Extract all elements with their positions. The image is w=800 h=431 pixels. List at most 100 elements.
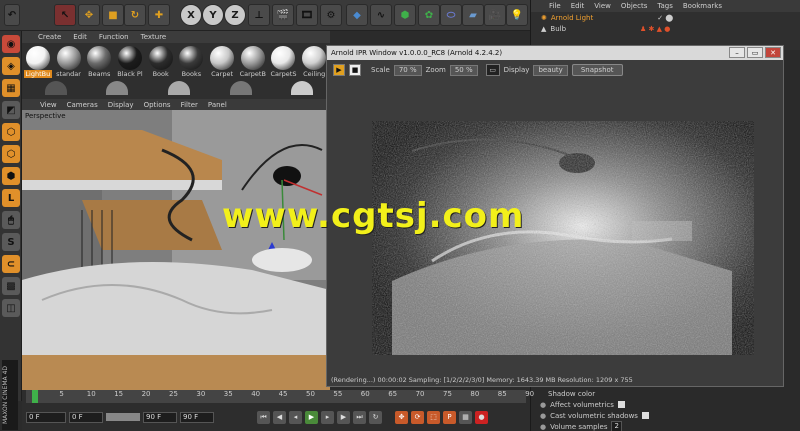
close-icon[interactable]: ✕ xyxy=(765,47,781,58)
minimize-icon[interactable]: – xyxy=(729,47,745,58)
om-menu-edit[interactable]: Edit xyxy=(571,2,585,10)
play-icon[interactable]: ▶ xyxy=(305,410,318,424)
scene-floor-icon[interactable]: ▰ xyxy=(462,4,484,26)
object-row-arnold-light[interactable]: ✺ Arnold Light ✓ ⬤ xyxy=(531,12,800,23)
vp-menu-panel[interactable]: Panel xyxy=(208,101,227,109)
display-select[interactable]: beauty xyxy=(533,64,568,76)
scale-tool-icon[interactable]: ■ xyxy=(102,4,124,26)
om-menu-tags[interactable]: Tags xyxy=(657,2,673,10)
playhead[interactable] xyxy=(32,390,38,403)
material-item[interactable]: Ceiling xyxy=(300,46,328,78)
vp-menu-view[interactable]: View xyxy=(40,101,57,109)
render-view-icon[interactable]: 🎬 xyxy=(272,4,294,26)
mm-menu-function[interactable]: Function xyxy=(99,33,129,41)
go-to-start-icon[interactable]: ⏮ xyxy=(257,410,270,424)
undo-icon[interactable]: ↶ xyxy=(4,4,20,26)
render-picture-viewer-icon[interactable]: 🎞 xyxy=(296,4,318,26)
timeline-ruler[interactable]: 051015202530354045505560657075808590 xyxy=(26,390,534,403)
vp-menu-options[interactable]: Options xyxy=(144,101,171,109)
previous-frame-icon[interactable]: ◂ xyxy=(289,410,302,424)
next-key-icon[interactable]: ▶ xyxy=(337,410,350,424)
material-swatch[interactable] xyxy=(44,81,67,95)
rotate-tool-icon[interactable]: ↻ xyxy=(124,4,146,26)
move-tool-icon[interactable]: ✥ xyxy=(78,4,100,26)
polygons-mode-icon[interactable]: ⬢ xyxy=(2,167,20,185)
material-item[interactable]: CarpetS xyxy=(270,46,298,78)
affect-volumetrics-checkbox[interactable] xyxy=(617,401,625,408)
make-editable-icon[interactable]: ◉ xyxy=(2,35,20,53)
solo-icon[interactable]: ◫ xyxy=(2,299,20,317)
scale-key-icon[interactable]: ⬚ xyxy=(427,410,440,424)
preview-range-slider[interactable] xyxy=(106,413,140,421)
material-item[interactable]: LightBu xyxy=(24,46,52,78)
axis-mode-icon[interactable]: L xyxy=(2,189,20,207)
record-key-icon[interactable]: ● xyxy=(475,410,488,424)
points-mode-icon[interactable]: ⬡ xyxy=(2,123,20,141)
move-key-icon[interactable]: ✥ xyxy=(395,410,408,424)
point-level-anim-icon[interactable]: ▦ xyxy=(459,410,472,424)
material-swatch[interactable] xyxy=(167,81,190,95)
start-frame-field[interactable]: 0 F xyxy=(26,411,66,423)
mm-menu-edit[interactable]: Edit xyxy=(73,33,87,41)
vp-menu-filter[interactable]: Filter xyxy=(181,101,198,109)
om-menu-file[interactable]: File xyxy=(549,2,561,10)
cast-volumetric-shadows-checkbox[interactable] xyxy=(641,412,649,419)
magnet-icon[interactable]: ⊂ xyxy=(2,255,20,273)
om-menu-bookmarks[interactable]: Bookmarks xyxy=(683,2,722,10)
zoom-select[interactable]: 50 % xyxy=(449,64,478,76)
maximize-icon[interactable]: ▭ xyxy=(747,47,763,58)
snapshot-button[interactable]: Snapshot xyxy=(571,64,623,76)
go-to-end-icon[interactable]: ⏭ xyxy=(353,410,366,424)
render-settings-icon[interactable]: ⚙ xyxy=(320,4,342,26)
material-item[interactable]: Carpet xyxy=(208,46,236,78)
mograph-icon[interactable]: ✿ xyxy=(418,4,440,26)
deformer-icon[interactable]: ⬭ xyxy=(440,4,462,26)
end-frame-field[interactable]: 90 F xyxy=(180,411,214,423)
tweak-mode-icon[interactable]: 🖱 xyxy=(2,211,20,229)
stop-render-icon[interactable]: ■ xyxy=(349,64,361,76)
ipr-title-bar[interactable]: Arnold IPR Window v1.0.0.0_RC8 (Arnold 4… xyxy=(327,46,783,60)
param-key-icon[interactable]: P xyxy=(443,410,456,424)
min-frame-field[interactable]: 0 F xyxy=(69,411,103,423)
material-item[interactable]: Beams xyxy=(85,46,113,78)
light-bulb-icon[interactable]: 💡 xyxy=(506,4,528,26)
material-swatch[interactable] xyxy=(106,81,129,95)
material-item[interactable]: standar xyxy=(55,46,83,78)
material-swatch[interactable] xyxy=(291,81,314,95)
z-axis-lock-button[interactable]: Z xyxy=(224,4,246,26)
object-row-bulb[interactable]: ▲ Bulb ♟ ✱ ▲ ● xyxy=(531,23,800,34)
select-tool-icon[interactable]: ↖ xyxy=(54,4,76,26)
y-axis-lock-button[interactable]: Y xyxy=(202,4,224,26)
om-menu-objects[interactable]: Objects xyxy=(621,2,647,10)
loop-icon[interactable]: ↻ xyxy=(369,410,382,424)
vp-menu-display[interactable]: Display xyxy=(108,101,134,109)
workplane-grid-icon[interactable]: ▩ xyxy=(2,277,20,295)
previous-key-icon[interactable]: ◀ xyxy=(273,410,286,424)
material-item[interactable]: Books xyxy=(178,46,206,78)
cube-object-icon[interactable]: ◆ xyxy=(346,4,368,26)
scale-select[interactable]: 70 % xyxy=(393,64,422,76)
subdivision-icon[interactable]: ⬢ xyxy=(394,4,416,26)
max-frame-field[interactable]: 90 F xyxy=(143,411,177,423)
camera-icon[interactable]: 🎥 xyxy=(484,4,506,26)
material-swatch[interactable] xyxy=(229,81,252,95)
region-render-icon[interactable]: ▭ xyxy=(485,64,500,76)
material-item[interactable]: Black Pl xyxy=(116,46,144,78)
x-axis-lock-button[interactable]: X xyxy=(180,4,202,26)
material-item[interactable]: CarpetB xyxy=(239,46,267,78)
workplane-icon[interactable]: ◩ xyxy=(2,101,20,119)
mm-menu-texture[interactable]: Texture xyxy=(141,33,167,41)
texture-mode-icon[interactable]: ▦ xyxy=(2,79,20,97)
vp-menu-cameras[interactable]: Cameras xyxy=(67,101,98,109)
next-frame-icon[interactable]: ▸ xyxy=(321,410,334,424)
add-tool-icon[interactable]: ✚ xyxy=(148,4,170,26)
mm-menu-create[interactable]: Create xyxy=(38,33,61,41)
snap-icon[interactable]: S xyxy=(2,233,20,251)
perspective-viewport[interactable]: Perspective xyxy=(22,110,330,390)
spline-pen-icon[interactable]: ∿ xyxy=(370,4,392,26)
rotate-key-icon[interactable]: ⟳ xyxy=(411,410,424,424)
material-item[interactable]: Book xyxy=(147,46,175,78)
om-menu-view[interactable]: View xyxy=(594,2,611,10)
volume-samples-field[interactable]: 2 xyxy=(611,421,622,431)
model-mode-icon[interactable]: ◈ xyxy=(2,57,20,75)
